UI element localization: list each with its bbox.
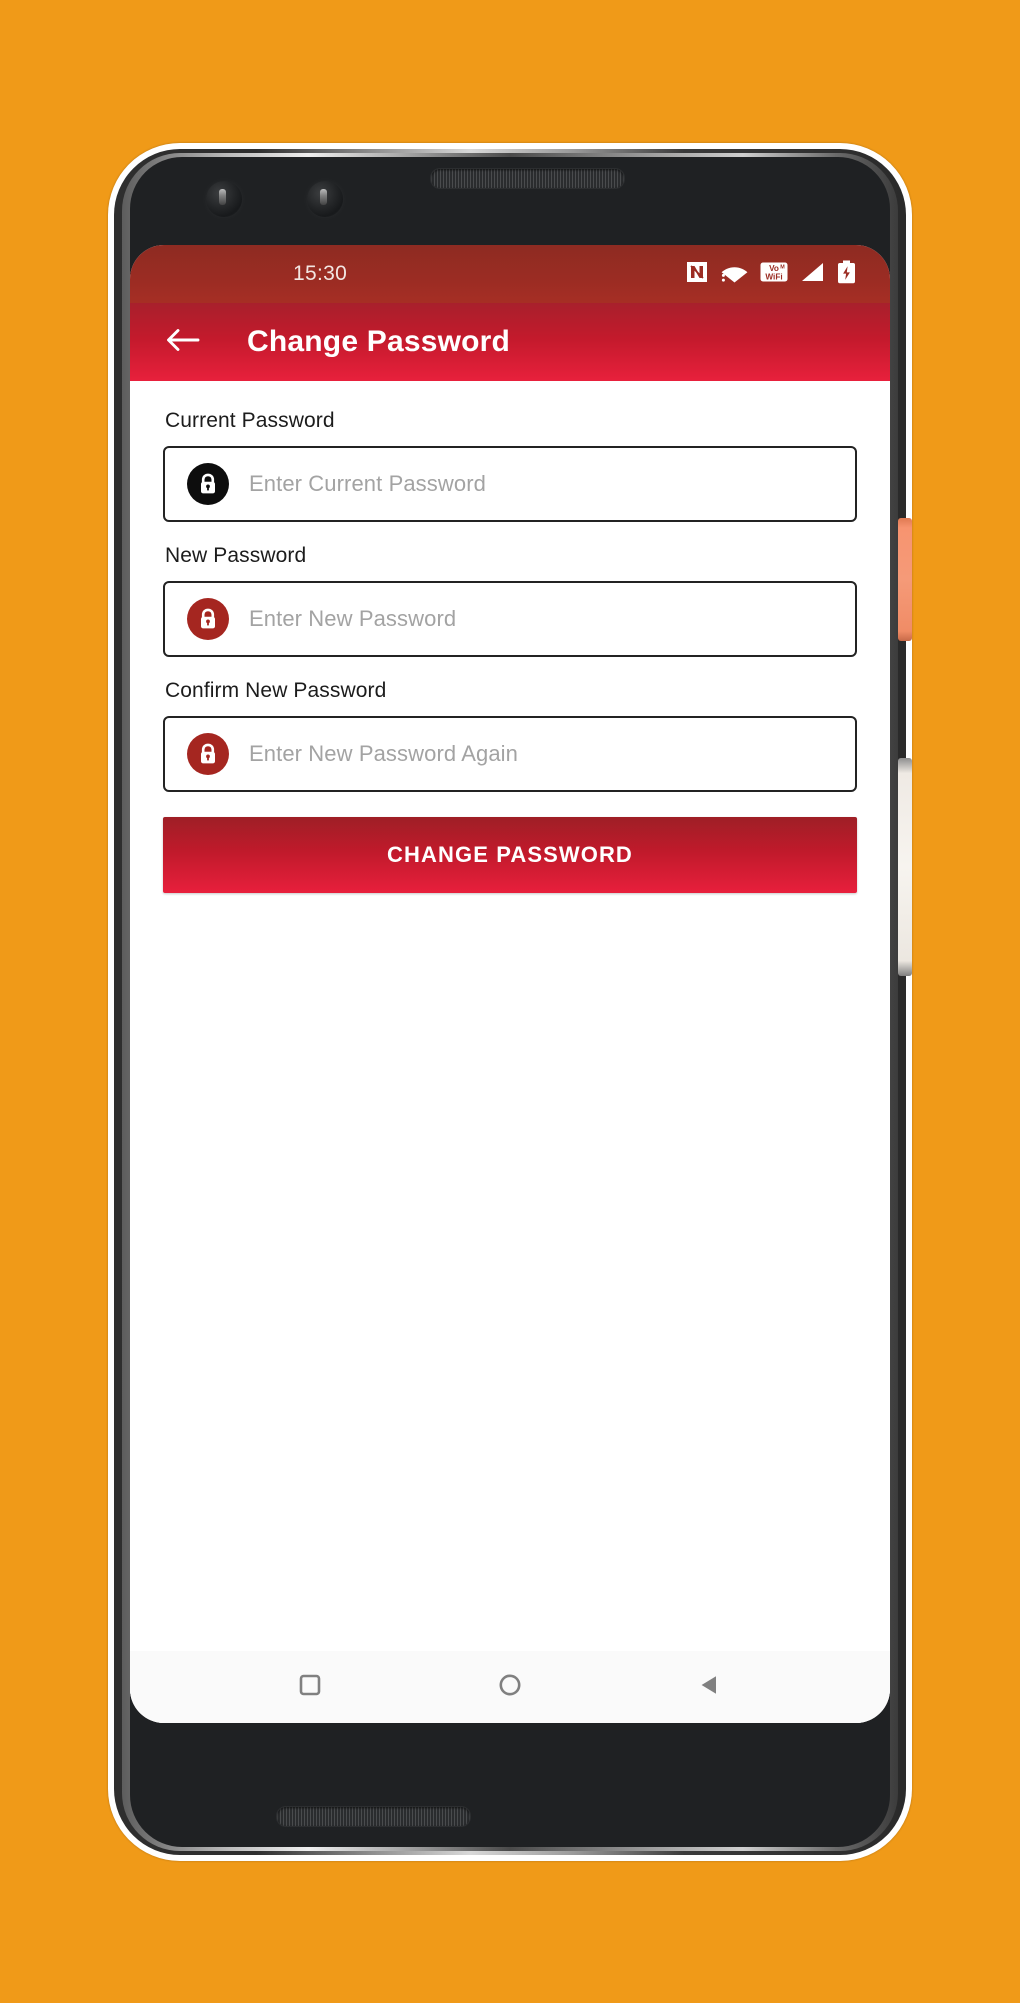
camera-lens-icon [206,181,242,217]
nfc-icon [685,260,709,289]
lock-icon [187,733,229,775]
arrow-left-icon [166,327,200,358]
page-title: Change Password [247,325,511,358]
svg-text:M: M [780,264,785,270]
volume-button[interactable] [898,758,912,976]
confirm-password-placeholder: Enter New Password Again [249,741,518,766]
app-bar-back-button[interactable] [160,319,206,365]
vowifi-icon: Vo M WiFi [760,260,788,289]
confirm-password-input[interactable]: Enter New Password Again [163,716,857,792]
phone-top-hardware [130,157,890,245]
svg-text:WiFi: WiFi [765,272,782,281]
triangle-left-icon [695,1670,725,1705]
change-password-button[interactable]: CHANGE PASSWORD [163,817,857,893]
speaker-grille-icon [276,1806,471,1827]
lock-icon [187,463,229,505]
phone-frame: 15:30 Vo M WiFi Change Password Current … [108,143,912,1861]
power-button[interactable] [898,518,912,641]
new-password-placeholder: Enter New Password [249,606,457,631]
phone-body: 15:30 Vo M WiFi Change Password Current … [130,157,890,1847]
lock-icon [187,598,229,640]
current-password-input[interactable]: Enter Current Password [163,446,857,522]
home-button[interactable] [482,1659,538,1715]
battery-charging-icon [837,260,856,289]
app-bar: Change Password [130,303,890,381]
speaker-grille-icon [430,168,625,189]
new-password-label: New Password [165,544,307,567]
back-button[interactable] [682,1659,738,1715]
change-password-form: Current Password Enter Current Password … [130,381,890,1723]
new-password-input[interactable]: Enter New Password [163,581,857,657]
recents-button[interactable] [282,1659,338,1715]
confirm-password-label: Confirm New Password [165,679,387,702]
status-bar-clock: 15:30 [293,262,348,285]
current-password-placeholder: Enter Current Password [249,471,486,496]
square-icon [295,1670,325,1705]
android-navigation-bar [130,1651,890,1723]
phone-screen: 15:30 Vo M WiFi Change Password Current … [130,245,890,1723]
camera-lens-icon [307,181,343,217]
circle-icon [495,1670,525,1705]
current-password-label: Current Password [165,409,335,432]
wifi-icon [721,260,748,289]
cellular-signal-icon [800,260,825,289]
status-bar: 15:30 Vo M WiFi [130,245,890,303]
status-bar-icons: Vo M WiFi [685,260,856,289]
